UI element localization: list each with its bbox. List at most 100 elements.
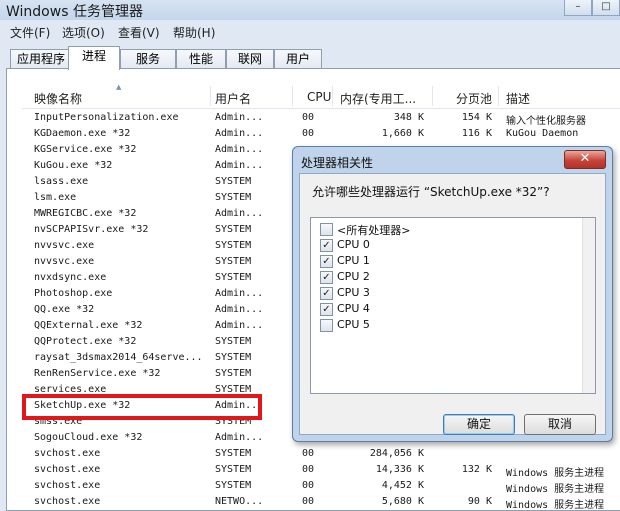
checkbox-checked-icon[interactable]: ✓ — [320, 303, 333, 316]
process-row[interactable]: svchost.exe SYSTEM 00 14,336 K 132 K Windows … — [22, 462, 620, 479]
dialog-title: 处理器相关性 — [301, 156, 374, 170]
processor-list-scrollbar[interactable] — [582, 218, 595, 393]
checkbox-checked-icon[interactable]: ✓ — [320, 287, 333, 300]
process-name: Photoshop.exe — [34, 288, 113, 299]
process-name: RenRenService.exe *32 — [34, 368, 161, 379]
process-user: Admin... — [215, 160, 264, 171]
ok-button[interactable]: 确定 — [443, 414, 515, 435]
checkbox-unchecked-icon[interactable] — [320, 319, 333, 332]
process-user: SYSTEM — [215, 272, 252, 283]
process-paged-pool: 116 K — [461, 128, 492, 139]
tab-applications[interactable]: 应用程序 — [10, 49, 72, 69]
process-name: KGDaemon.exe *32 — [34, 128, 131, 139]
process-row[interactable]: svchost.exe NETWO... 00 5,680 K 90 K Windows … — [22, 494, 620, 511]
highlight-box-sketchup-row — [22, 394, 262, 420]
process-paged-pool: 90 K — [467, 496, 492, 507]
process-user: Admin... — [215, 320, 264, 331]
process-name: MWREGICBC.exe *32 — [34, 208, 137, 219]
checkbox-checked-icon[interactable]: ✓ — [320, 255, 333, 268]
process-name: InputPersonalization.exe — [34, 112, 179, 123]
tab-processes[interactable]: 进程 — [68, 46, 120, 70]
process-user: SYSTEM — [215, 448, 252, 459]
column-header-description[interactable]: 描述 — [506, 90, 530, 107]
process-row[interactable]: KGDaemon.exe *32 Admin... 00 1,660 K 116 K Ku… — [22, 126, 620, 142]
process-cpu: 00 — [302, 464, 315, 475]
menu-file[interactable]: 文件(F) — [10, 24, 50, 41]
process-cpu: 00 — [302, 480, 315, 491]
column-header-name[interactable]: 映像名称 — [34, 90, 82, 107]
process-name: nvvsvc.exe — [34, 256, 95, 267]
process-memory: 14,336 K — [375, 464, 424, 475]
process-name: svchost.exe — [34, 480, 101, 491]
process-name: nvxdsync.exe — [34, 272, 107, 283]
process-user: SYSTEM — [215, 464, 252, 475]
process-user: SYSTEM — [215, 480, 252, 491]
process-description: 输入个性化服务器 — [506, 116, 586, 127]
tab-services[interactable]: 服务 — [120, 49, 176, 69]
processor-affinity-dialog: 处理器相关性 ✕ 允许哪些处理器运行 “SketchUp.exe *32”? <… — [292, 146, 613, 442]
menu-help[interactable]: 帮助(H) — [173, 24, 215, 41]
processor-option-label: CPU 5 — [337, 318, 370, 331]
processor-list: <所有处理器> ✓ CPU 0 ✓ CPU 1 ✓ CPU 2 ✓ CPU 3 ✓ CPU 4 CPU… — [310, 217, 596, 394]
process-name: nvSCPAPISvr.exe *32 — [34, 224, 149, 235]
title-bar: Windows 任务管理器 – □ — [0, 0, 620, 20]
column-header-memory[interactable]: 内存(专用工... — [340, 90, 416, 107]
process-user: SYSTEM — [215, 256, 252, 267]
processor-option-label: CPU 2 — [337, 270, 370, 283]
process-row[interactable]: svchost.exe SYSTEM 00 4,452 K Windows 服务主进程 — [22, 478, 620, 495]
dialog-close-button[interactable]: ✕ — [564, 150, 606, 169]
process-name: SogouCloud.exe *32 — [34, 432, 143, 443]
process-user: Admin... — [215, 288, 264, 299]
checkbox-unchecked-icon[interactable] — [320, 223, 333, 236]
process-row[interactable]: svchost.exe SYSTEM 00 284,056 K — [22, 446, 620, 462]
column-header-paged-pool[interactable]: 分页池 — [456, 90, 492, 107]
process-name: QQProtect.exe *32 — [34, 336, 137, 347]
column-header-cpu[interactable]: CPU — [307, 90, 331, 104]
process-name: svchost.exe — [34, 448, 101, 459]
process-description: Windows 服务主进程 — [506, 468, 605, 479]
process-user: SYSTEM — [215, 336, 252, 347]
column-divider[interactable] — [292, 86, 293, 106]
process-user: SYSTEM — [215, 352, 252, 363]
dialog-question: 允许哪些处理器运行 “SketchUp.exe *32”? — [312, 185, 550, 199]
menu-view[interactable]: 查看(V) — [118, 24, 160, 41]
process-name: lsm.exe — [34, 192, 77, 203]
tab-users[interactable]: 用户 — [274, 49, 322, 69]
process-user: SYSTEM — [215, 368, 252, 379]
process-memory: 348 K — [393, 112, 424, 123]
column-divider[interactable] — [210, 86, 211, 106]
process-row[interactable]: InputPersonalization.exe Admin... 00 348 K 1… — [22, 110, 620, 127]
column-divider[interactable] — [432, 86, 433, 106]
menu-options[interactable]: 选项(O) — [62, 24, 105, 41]
process-cpu: 00 — [302, 112, 315, 123]
process-user: NETWO... — [215, 496, 264, 507]
column-divider[interactable] — [332, 86, 333, 106]
sort-ascending-icon: ▲ — [116, 83, 122, 91]
process-cpu: 00 — [302, 448, 315, 459]
process-name: svchost.exe — [34, 464, 101, 475]
process-name: svchost.exe — [34, 496, 101, 507]
cancel-button[interactable]: 取消 — [524, 414, 596, 435]
tab-performance[interactable]: 性能 — [176, 49, 226, 69]
processor-option-label: CPU 3 — [337, 286, 370, 299]
process-user: SYSTEM — [215, 224, 252, 235]
process-name: raysat_3dsmax2014_64serve... — [34, 352, 203, 363]
minimize-button[interactable]: – — [564, 0, 592, 16]
tab-bar: 应用程序 进程 服务 性能 联网 用户 — [0, 45, 620, 70]
column-header-user[interactable]: 用户名 — [215, 90, 251, 107]
processor-option-label: <所有处理器> — [337, 224, 411, 237]
process-name: lsass.exe — [34, 176, 89, 187]
process-user: Admin... — [215, 432, 264, 443]
checkbox-checked-icon[interactable]: ✓ — [320, 239, 333, 252]
process-list-header: ▲ 映像名称 用户名 CPU 内存(专用工... 分页池 描述 — [22, 83, 620, 109]
process-name: QQExternal.exe *32 — [34, 320, 143, 331]
process-name: KuGou.exe *32 — [34, 160, 113, 171]
maximize-button[interactable]: □ — [592, 0, 620, 16]
process-memory: 4,452 K — [381, 480, 424, 491]
process-user: Admin... — [215, 304, 264, 315]
process-user: Admin... — [215, 208, 264, 219]
column-divider[interactable] — [498, 86, 499, 106]
process-user: SYSTEM — [215, 176, 252, 187]
checkbox-checked-icon[interactable]: ✓ — [320, 271, 333, 284]
tab-networking[interactable]: 联网 — [226, 49, 274, 69]
